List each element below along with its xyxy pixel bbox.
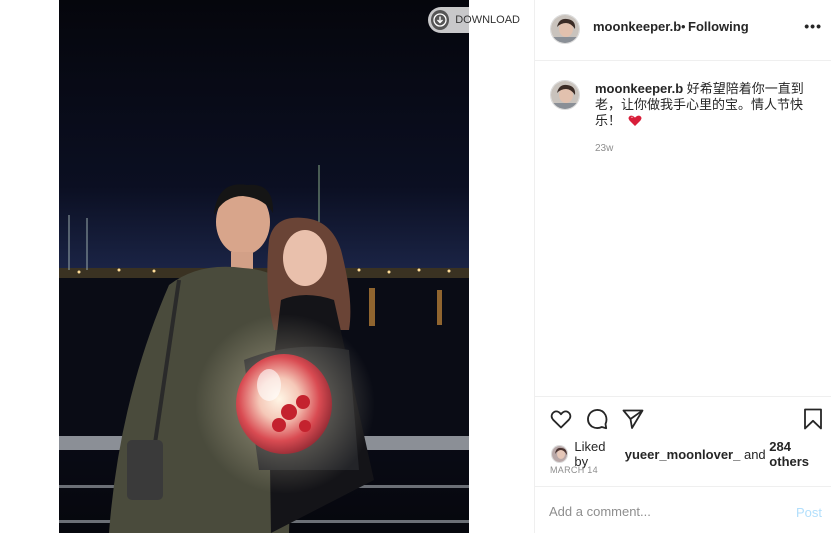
download-icon <box>431 10 450 30</box>
heart-emoji-icon <box>628 115 642 131</box>
post-header: moonkeeper.b • Following ••• <box>535 0 831 61</box>
liked-connector: and <box>743 446 766 462</box>
download-label: DOWNLOAD <box>455 14 520 26</box>
avatar[interactable] <box>550 14 580 44</box>
post-comment-button[interactable]: Post <box>796 505 822 520</box>
post-photo-image <box>59 0 469 533</box>
bookmark-icon[interactable] <box>801 407 825 431</box>
header-separator: • <box>681 19 686 34</box>
comment-bar: Post <box>535 486 831 533</box>
liked-by-user[interactable]: yueer_moonlover_ <box>625 447 741 462</box>
comment-input[interactable] <box>549 499 769 523</box>
post-caption: moonkeeper.b 好希望陪着你一直到老，让你做我手心里的宝。情人节快乐！ <box>595 81 815 131</box>
post-photo[interactable] <box>59 0 469 533</box>
liker-avatar[interactable] <box>551 445 569 463</box>
comment-icon[interactable] <box>585 407 609 431</box>
more-options-icon[interactable]: ••• <box>804 18 822 34</box>
header-username[interactable]: moonkeeper.b <box>593 19 681 34</box>
share-icon[interactable] <box>621 407 645 431</box>
caption-timestamp[interactable]: 23w <box>595 143 613 154</box>
caption-avatar[interactable] <box>550 80 580 110</box>
following-button[interactable]: Following <box>688 19 749 34</box>
download-button[interactable]: DOWNLOAD <box>428 7 520 33</box>
post-actions: Liked by yueer_moonlover_ and 284 others… <box>535 396 831 486</box>
heart-icon[interactable] <box>549 407 573 431</box>
caption-username[interactable]: moonkeeper.b <box>595 81 683 96</box>
post-date[interactable]: MARCH 14 <box>550 465 598 475</box>
post-details-panel: moonkeeper.b • Following ••• moonkeeper.… <box>534 0 831 533</box>
likes-count-link[interactable]: 284 others <box>769 439 831 469</box>
